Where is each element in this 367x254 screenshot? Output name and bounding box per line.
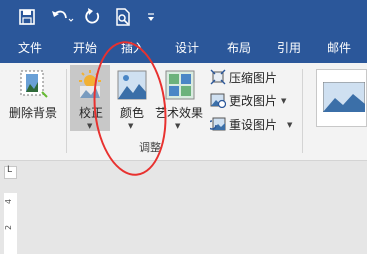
tab-layout[interactable]: 布局 [227,40,251,56]
group-separator [302,69,303,153]
tab-references[interactable]: 引用 [277,40,301,56]
ruler-mark: 4 [4,198,14,205]
document-area[interactable] [0,162,367,254]
adjust-group-label: 调整 [139,141,161,154]
reset-picture-icon [210,117,226,131]
tab-mailings[interactable]: 邮件 [327,40,351,56]
quick-access-toolbar [0,0,367,34]
vertical-ruler[interactable]: 4 2 [4,193,17,254]
compress-pictures-label: 压缩图片 [229,71,278,85]
tab-home[interactable]: 开始 [73,40,97,56]
tab-stop-glyph: L [7,165,13,175]
reset-picture-label: 重设图片 [229,118,278,132]
tab-insert[interactable]: 插入 [121,40,145,56]
reset-picture-dropdown-icon: ▼ [287,121,293,129]
corrections-dropdown-icon: ▼ [87,122,93,130]
redo-icon[interactable] [84,7,102,27]
undo-icon[interactable] [50,7,74,27]
picture-style-thumbnail [323,82,365,112]
remove-background-icon [20,70,48,98]
color-icon [117,70,147,100]
picture-style-gallery[interactable] [316,69,367,127]
save-icon[interactable] [19,7,35,27]
change-picture-label: 更改图片 [229,94,278,108]
change-picture-dropdown-icon: ▼ [281,97,287,105]
tab-design[interactable]: 设计 [175,40,199,56]
color-dropdown-icon: ▼ [128,122,134,130]
artistic-effects-icon [165,70,195,100]
ruler-tab-selector[interactable]: L [4,165,17,179]
print-preview-icon[interactable] [114,7,132,27]
color-label: 颜色 [120,106,145,120]
compress-icon [210,69,226,85]
corrections-icon [79,70,101,98]
customize-qat-icon[interactable] [146,7,156,27]
remove-background-label: 删除背景 [9,106,58,120]
artistic-effects-label: 艺术效果 [155,106,204,120]
change-picture-icon [210,93,226,108]
artistic-effects-dropdown-icon: ▼ [175,122,181,130]
corrections-label: 校正 [79,106,104,120]
ruler-mark: 2 [4,224,14,231]
group-separator [66,69,67,153]
tab-file[interactable]: 文件 [18,40,42,56]
ribbon-tab-bar: 文件 开始 插入 设计 布局 引用 邮件 [0,34,367,63]
